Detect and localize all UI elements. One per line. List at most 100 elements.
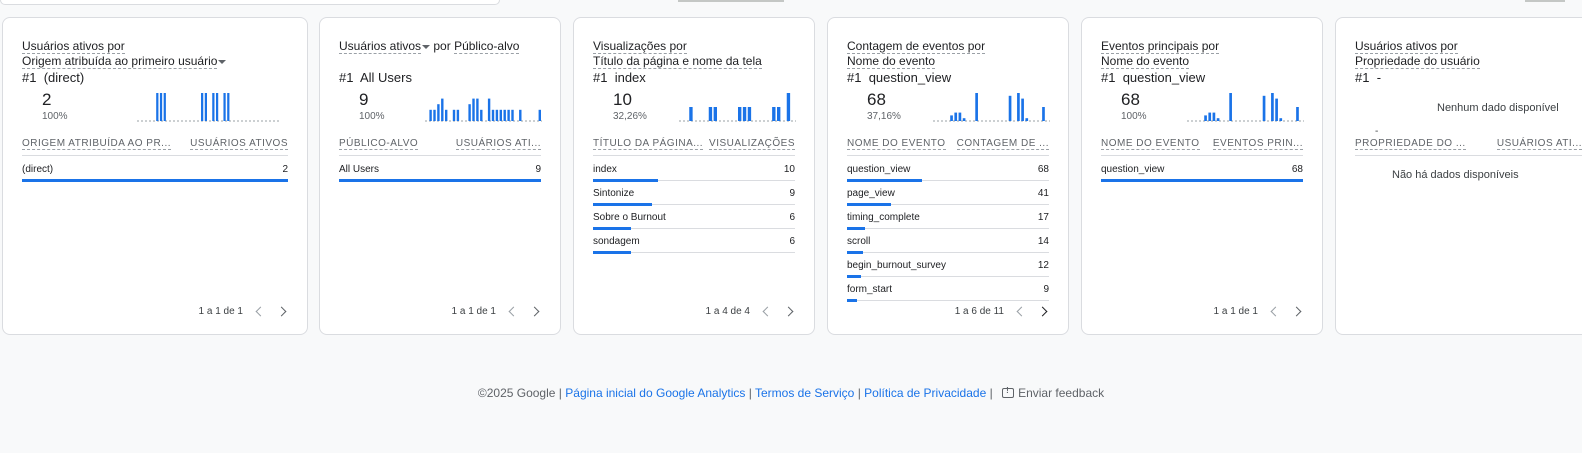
top-item-value: 9 (359, 90, 369, 109)
chevron-left-icon[interactable] (762, 306, 773, 317)
sparkline-bar (954, 112, 958, 121)
top-item-percent: 100% (42, 111, 68, 122)
column-header-metric[interactable]: VISUALIZAÇÕES (709, 138, 795, 150)
dimension-selector[interactable]: Origem atribuída ao primeiro usuário (22, 54, 218, 69)
pagination-label: 1 a 1 de 1 (451, 306, 496, 317)
chevron-left-icon[interactable] (255, 306, 266, 317)
chevron-left-icon[interactable] (1016, 306, 1027, 317)
table-row[interactable]: begin_burnout_survey 12 (847, 256, 1049, 280)
card-key-events-by-event-name: Eventos principais por Nome do evento #1… (1081, 17, 1323, 335)
row-value: 6 (789, 236, 795, 247)
footer-separator: | (748, 386, 752, 400)
table-row[interactable]: (direct) 2 (22, 160, 288, 184)
terms-link[interactable]: Termos de Serviço (755, 386, 854, 400)
table-row[interactable]: sondagem 6 (593, 232, 795, 256)
sparkline-bar (777, 107, 781, 121)
table-row[interactable]: question_view 68 (1101, 160, 1303, 184)
column-header-dimension[interactable]: TÍTULO DA PÁGINA... (593, 138, 704, 150)
chevron-left-icon[interactable] (508, 306, 519, 317)
sparkline-bar (445, 109, 448, 121)
column-header-dimension[interactable]: ORIGEM ATRIBUÍDA AO PR... (22, 138, 172, 150)
dimension-label[interactable]: Nome do evento (1101, 54, 1190, 69)
chevron-right-icon[interactable] (1037, 306, 1048, 317)
column-header-dimension[interactable]: PÚBLICO-ALVO (339, 138, 419, 150)
dimension-label[interactable]: Público-alvo (454, 39, 520, 54)
chevron-down-icon[interactable] (422, 44, 431, 49)
sparkline-bar (204, 93, 207, 121)
row-value: 12 (1037, 260, 1049, 271)
metric-label[interactable]: Visualizações por (593, 39, 687, 54)
chevron-right-icon[interactable] (783, 306, 794, 317)
card-active-users-by-audience: Usuários ativos por Público-alvo #1 All … (319, 17, 561, 335)
row-bar-track (847, 276, 1049, 277)
pagination: 1 a 1 de 1 (452, 306, 541, 317)
metric-selector[interactable]: Usuários ativos (339, 39, 422, 54)
pagination-label: 1 a 4 de 4 (705, 306, 750, 317)
column-header-metric[interactable]: USUÁRIOS ATI... (1496, 138, 1582, 150)
column-header-metric[interactable]: USUÁRIOS ATI... (455, 138, 541, 150)
sparkline-bar (1208, 112, 1212, 121)
dimension-label[interactable]: Título da página e nome da tela (593, 54, 762, 69)
table-header: NOME DO EVENTO EVENTOS PRIN... (1101, 138, 1303, 156)
analytics-home-link[interactable]: Página inicial do Google Analytics (565, 386, 745, 400)
footer-separator: | (857, 386, 861, 400)
sparkline-bar (713, 107, 717, 121)
sparkline-bar (1021, 98, 1024, 121)
pagination: 1 a 1 de 1 (199, 306, 288, 317)
sparkline-bar (1262, 95, 1266, 121)
row-label: timing_complete (847, 212, 920, 223)
table-row[interactable]: form_start 9 (847, 280, 1049, 304)
column-header-metric[interactable]: EVENTOS PRIN... (1212, 138, 1303, 150)
metric-label[interactable]: Usuários ativos por (1355, 39, 1458, 54)
column-header-metric[interactable]: USUÁRIOS ATIVOS (190, 138, 288, 150)
row-bar-fill (847, 179, 922, 182)
card-title: Usuários ativos por Propriedade do usuár… (1355, 39, 1582, 69)
sparkline-bar (468, 104, 471, 121)
sparkline-bar (958, 112, 962, 121)
sparkline-bar (433, 109, 436, 121)
sparkline-chart (933, 93, 1050, 122)
metric-label[interactable]: Eventos principais por (1101, 39, 1220, 54)
row-value: 9 (1043, 284, 1049, 295)
row-label: scroll (847, 236, 871, 247)
column-header-dimension[interactable]: NOME DO EVENTO (847, 138, 946, 150)
metric-label[interactable]: Usuários ativos por (22, 39, 125, 54)
sparkline-bar (1212, 112, 1216, 121)
table-row[interactable]: scroll 14 (847, 232, 1049, 256)
feedback-button[interactable]: Enviar feedback (996, 386, 1104, 400)
chevron-right-icon[interactable] (529, 306, 540, 317)
sparkline-bar (950, 115, 953, 121)
dimension-label[interactable]: Nome do evento (847, 54, 936, 69)
chevron-right-icon[interactable] (276, 306, 287, 317)
table-row[interactable]: All Users 9 (339, 160, 541, 184)
chevron-left-icon[interactable] (1270, 306, 1281, 317)
top-item: #1 (direct) (22, 70, 85, 85)
dimension-label[interactable]: Propriedade do usuário (1355, 54, 1480, 69)
column-header-dimension[interactable]: NOME DO EVENTO (1101, 138, 1200, 150)
privacy-link[interactable]: Política de Privacidade (864, 386, 986, 400)
row-label: Sintonize (593, 188, 635, 199)
sparkline-bar (159, 93, 163, 121)
metric-label[interactable]: Contagem de eventos por (847, 39, 986, 54)
row-bar-fill (339, 179, 541, 182)
card-title: Usuários ativos por Origem atribuída ao … (22, 39, 288, 69)
table-row[interactable]: timing_complete 17 (847, 208, 1049, 232)
sparkline-bar (480, 109, 483, 121)
sparkline-bar (491, 109, 495, 121)
row-bar-fill (847, 275, 862, 278)
table-row[interactable]: Sintonize 9 (593, 184, 795, 208)
top-item: #1 question_view (847, 70, 952, 85)
chevron-down-icon[interactable] (218, 59, 227, 64)
table-row[interactable]: page_view 41 (847, 184, 1049, 208)
top-item-value: 68 (1121, 90, 1140, 109)
table-row[interactable]: question_view 68 (847, 160, 1049, 184)
sparkline-bar (1229, 93, 1232, 121)
column-header-metric[interactable]: CONTAGEM DE ... (956, 138, 1049, 150)
chevron-right-icon[interactable] (1291, 306, 1302, 317)
table-row[interactable]: index 10 (593, 160, 795, 184)
sparkline-chart (679, 93, 796, 122)
table-header: PROPRIEDADE DO ... USUÁRIOS ATI... (1355, 138, 1582, 156)
column-header-dimension[interactable]: PROPRIEDADE DO ... (1355, 138, 1466, 150)
table-row[interactable]: Sobre o Burnout 6 (593, 208, 795, 232)
table-no-data: Não há dados disponíveis (1392, 169, 1519, 181)
